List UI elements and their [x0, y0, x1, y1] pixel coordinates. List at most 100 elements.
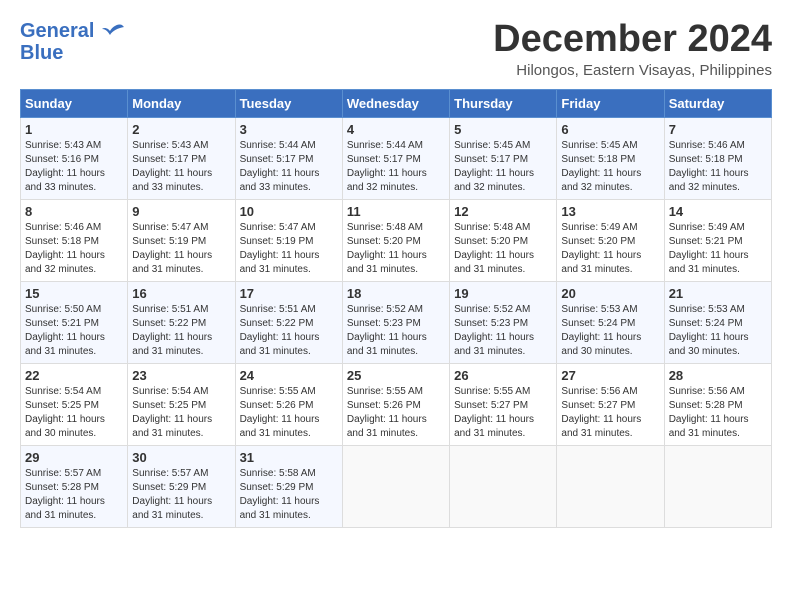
calendar-week: 29 Sunrise: 5:57 AM Sunset: 5:28 PM Dayli… [21, 446, 772, 528]
day-info: Sunrise: 5:47 AM Sunset: 5:19 PM Dayligh… [132, 221, 230, 277]
calendar-cell: 30 Sunrise: 5:57 AM Sunset: 5:29 PM Dayli… [128, 446, 235, 528]
day-info: Sunrise: 5:48 AM Sunset: 5:20 PM Dayligh… [347, 221, 445, 277]
day-number: 4 [347, 122, 445, 137]
day-number: 3 [240, 122, 338, 137]
day-info: Sunrise: 5:49 AM Sunset: 5:20 PM Dayligh… [561, 221, 659, 277]
calendar-cell: 10 Sunrise: 5:47 AM Sunset: 5:19 PM Dayli… [235, 200, 342, 282]
calendar-header: SundayMondayTuesdayWednesdayThursdayFrid… [21, 90, 772, 118]
weekday-header: Monday [128, 90, 235, 118]
calendar-cell: 26 Sunrise: 5:55 AM Sunset: 5:27 PM Dayli… [450, 364, 557, 446]
day-number: 27 [561, 368, 659, 383]
weekday-header: Tuesday [235, 90, 342, 118]
day-number: 17 [240, 286, 338, 301]
location: Hilongos, Eastern Visayas, Philippines [493, 62, 772, 79]
day-number: 19 [454, 286, 552, 301]
day-number: 5 [454, 122, 552, 137]
day-number: 29 [25, 450, 123, 465]
day-number: 30 [132, 450, 230, 465]
calendar-cell [557, 446, 664, 528]
day-number: 22 [25, 368, 123, 383]
day-number: 11 [347, 204, 445, 219]
day-info: Sunrise: 5:54 AM Sunset: 5:25 PM Dayligh… [25, 385, 123, 441]
day-number: 10 [240, 204, 338, 219]
calendar-cell: 14Sunrise: 5:49 AM Sunset: 5:21 PM Dayli… [664, 200, 771, 282]
day-info: Sunrise: 5:44 AM Sunset: 5:17 PM Dayligh… [347, 139, 445, 195]
day-info: Sunrise: 5:52 AM Sunset: 5:23 PM Dayligh… [347, 303, 445, 359]
day-info: Sunrise: 5:51 AM Sunset: 5:22 PM Dayligh… [240, 303, 338, 359]
calendar-cell: 19 Sunrise: 5:52 AM Sunset: 5:23 PM Dayli… [450, 282, 557, 364]
day-number: 13 [561, 204, 659, 219]
calendar-cell [342, 446, 449, 528]
day-number: 1 [25, 122, 123, 137]
day-info: Sunrise: 5:57 AM Sunset: 5:29 PM Dayligh… [132, 467, 230, 523]
day-number: 12 [454, 204, 552, 219]
day-number: 18 [347, 286, 445, 301]
calendar-cell: 17 Sunrise: 5:51 AM Sunset: 5:22 PM Dayli… [235, 282, 342, 364]
calendar-cell: 12Sunrise: 5:48 AM Sunset: 5:20 PM Dayli… [450, 200, 557, 282]
calendar-cell: 20 Sunrise: 5:53 AM Sunset: 5:24 PM Dayli… [557, 282, 664, 364]
day-number: 25 [347, 368, 445, 383]
day-info: Sunrise: 5:52 AM Sunset: 5:23 PM Dayligh… [454, 303, 552, 359]
day-number: 16 [132, 286, 230, 301]
day-number: 20 [561, 286, 659, 301]
day-info: Sunrise: 5:57 AM Sunset: 5:28 PM Dayligh… [25, 467, 123, 523]
day-number: 6 [561, 122, 659, 137]
weekday-header: Saturday [664, 90, 771, 118]
calendar-cell: 23 Sunrise: 5:54 AM Sunset: 5:25 PM Dayli… [128, 364, 235, 446]
calendar-cell: 31Sunrise: 5:58 AM Sunset: 5:29 PM Dayli… [235, 446, 342, 528]
calendar-cell: 18 Sunrise: 5:52 AM Sunset: 5:23 PM Dayli… [342, 282, 449, 364]
calendar-cell: 29 Sunrise: 5:57 AM Sunset: 5:28 PM Dayli… [21, 446, 128, 528]
day-number: 26 [454, 368, 552, 383]
day-info: Sunrise: 5:55 AM Sunset: 5:26 PM Dayligh… [347, 385, 445, 441]
weekday-header: Thursday [450, 90, 557, 118]
day-info: Sunrise: 5:50 AM Sunset: 5:21 PM Dayligh… [25, 303, 123, 359]
weekday-header: Friday [557, 90, 664, 118]
calendar-cell: 22 Sunrise: 5:54 AM Sunset: 5:25 PM Dayli… [21, 364, 128, 446]
calendar-week: 1 Sunrise: 5:43 AM Sunset: 5:16 PM Daylig… [21, 118, 772, 200]
day-number: 9 [132, 204, 230, 219]
day-number: 23 [132, 368, 230, 383]
calendar-cell: 15Sunrise: 5:50 AM Sunset: 5:21 PM Dayli… [21, 282, 128, 364]
weekday-header: Wednesday [342, 90, 449, 118]
calendar-body: 1 Sunrise: 5:43 AM Sunset: 5:16 PM Daylig… [21, 118, 772, 528]
logo-general: General [20, 20, 94, 42]
day-info: Sunrise: 5:55 AM Sunset: 5:27 PM Dayligh… [454, 385, 552, 441]
day-info: Sunrise: 5:56 AM Sunset: 5:28 PM Dayligh… [669, 385, 767, 441]
calendar-table: SundayMondayTuesdayWednesdayThursdayFrid… [20, 89, 772, 528]
day-info: Sunrise: 5:53 AM Sunset: 5:24 PM Dayligh… [561, 303, 659, 359]
calendar-week: 8 Sunrise: 5:46 AM Sunset: 5:18 PM Daylig… [21, 200, 772, 282]
calendar-week: 15Sunrise: 5:50 AM Sunset: 5:21 PM Dayli… [21, 282, 772, 364]
day-number: 7 [669, 122, 767, 137]
calendar-cell: 6 Sunrise: 5:45 AM Sunset: 5:18 PM Daylig… [557, 118, 664, 200]
calendar-cell [664, 446, 771, 528]
day-number: 2 [132, 122, 230, 137]
month-title: December 2024 [493, 20, 772, 58]
day-info: Sunrise: 5:56 AM Sunset: 5:27 PM Dayligh… [561, 385, 659, 441]
day-info: Sunrise: 5:53 AM Sunset: 5:24 PM Dayligh… [669, 303, 767, 359]
day-info: Sunrise: 5:46 AM Sunset: 5:18 PM Dayligh… [669, 139, 767, 195]
day-info: Sunrise: 5:54 AM Sunset: 5:25 PM Dayligh… [132, 385, 230, 441]
calendar-cell: 28Sunrise: 5:56 AM Sunset: 5:28 PM Dayli… [664, 364, 771, 446]
weekday-header: Sunday [21, 90, 128, 118]
calendar-cell: 27 Sunrise: 5:56 AM Sunset: 5:27 PM Dayli… [557, 364, 664, 446]
calendar-cell: 9 Sunrise: 5:47 AM Sunset: 5:19 PM Daylig… [128, 200, 235, 282]
day-number: 14 [669, 204, 767, 219]
day-info: Sunrise: 5:45 AM Sunset: 5:17 PM Dayligh… [454, 139, 552, 195]
calendar-cell: 16Sunrise: 5:51 AM Sunset: 5:22 PM Dayli… [128, 282, 235, 364]
day-info: Sunrise: 5:43 AM Sunset: 5:16 PM Dayligh… [25, 139, 123, 195]
day-info: Sunrise: 5:47 AM Sunset: 5:19 PM Dayligh… [240, 221, 338, 277]
calendar-cell [450, 446, 557, 528]
calendar-cell: 1 Sunrise: 5:43 AM Sunset: 5:16 PM Daylig… [21, 118, 128, 200]
logo-blue: Blue [20, 42, 124, 64]
day-info: Sunrise: 5:46 AM Sunset: 5:18 PM Dayligh… [25, 221, 123, 277]
logo: General Blue [20, 20, 124, 64]
calendar-cell: 24Sunrise: 5:55 AM Sunset: 5:26 PM Dayli… [235, 364, 342, 446]
day-number: 8 [25, 204, 123, 219]
calendar-cell: 11 Sunrise: 5:48 AM Sunset: 5:20 PM Dayli… [342, 200, 449, 282]
logo-bird-icon [102, 23, 124, 41]
calendar-cell: 25 Sunrise: 5:55 AM Sunset: 5:26 PM Dayli… [342, 364, 449, 446]
day-info: Sunrise: 5:45 AM Sunset: 5:18 PM Dayligh… [561, 139, 659, 195]
day-info: Sunrise: 5:43 AM Sunset: 5:17 PM Dayligh… [132, 139, 230, 195]
day-number: 24 [240, 368, 338, 383]
day-info: Sunrise: 5:44 AM Sunset: 5:17 PM Dayligh… [240, 139, 338, 195]
